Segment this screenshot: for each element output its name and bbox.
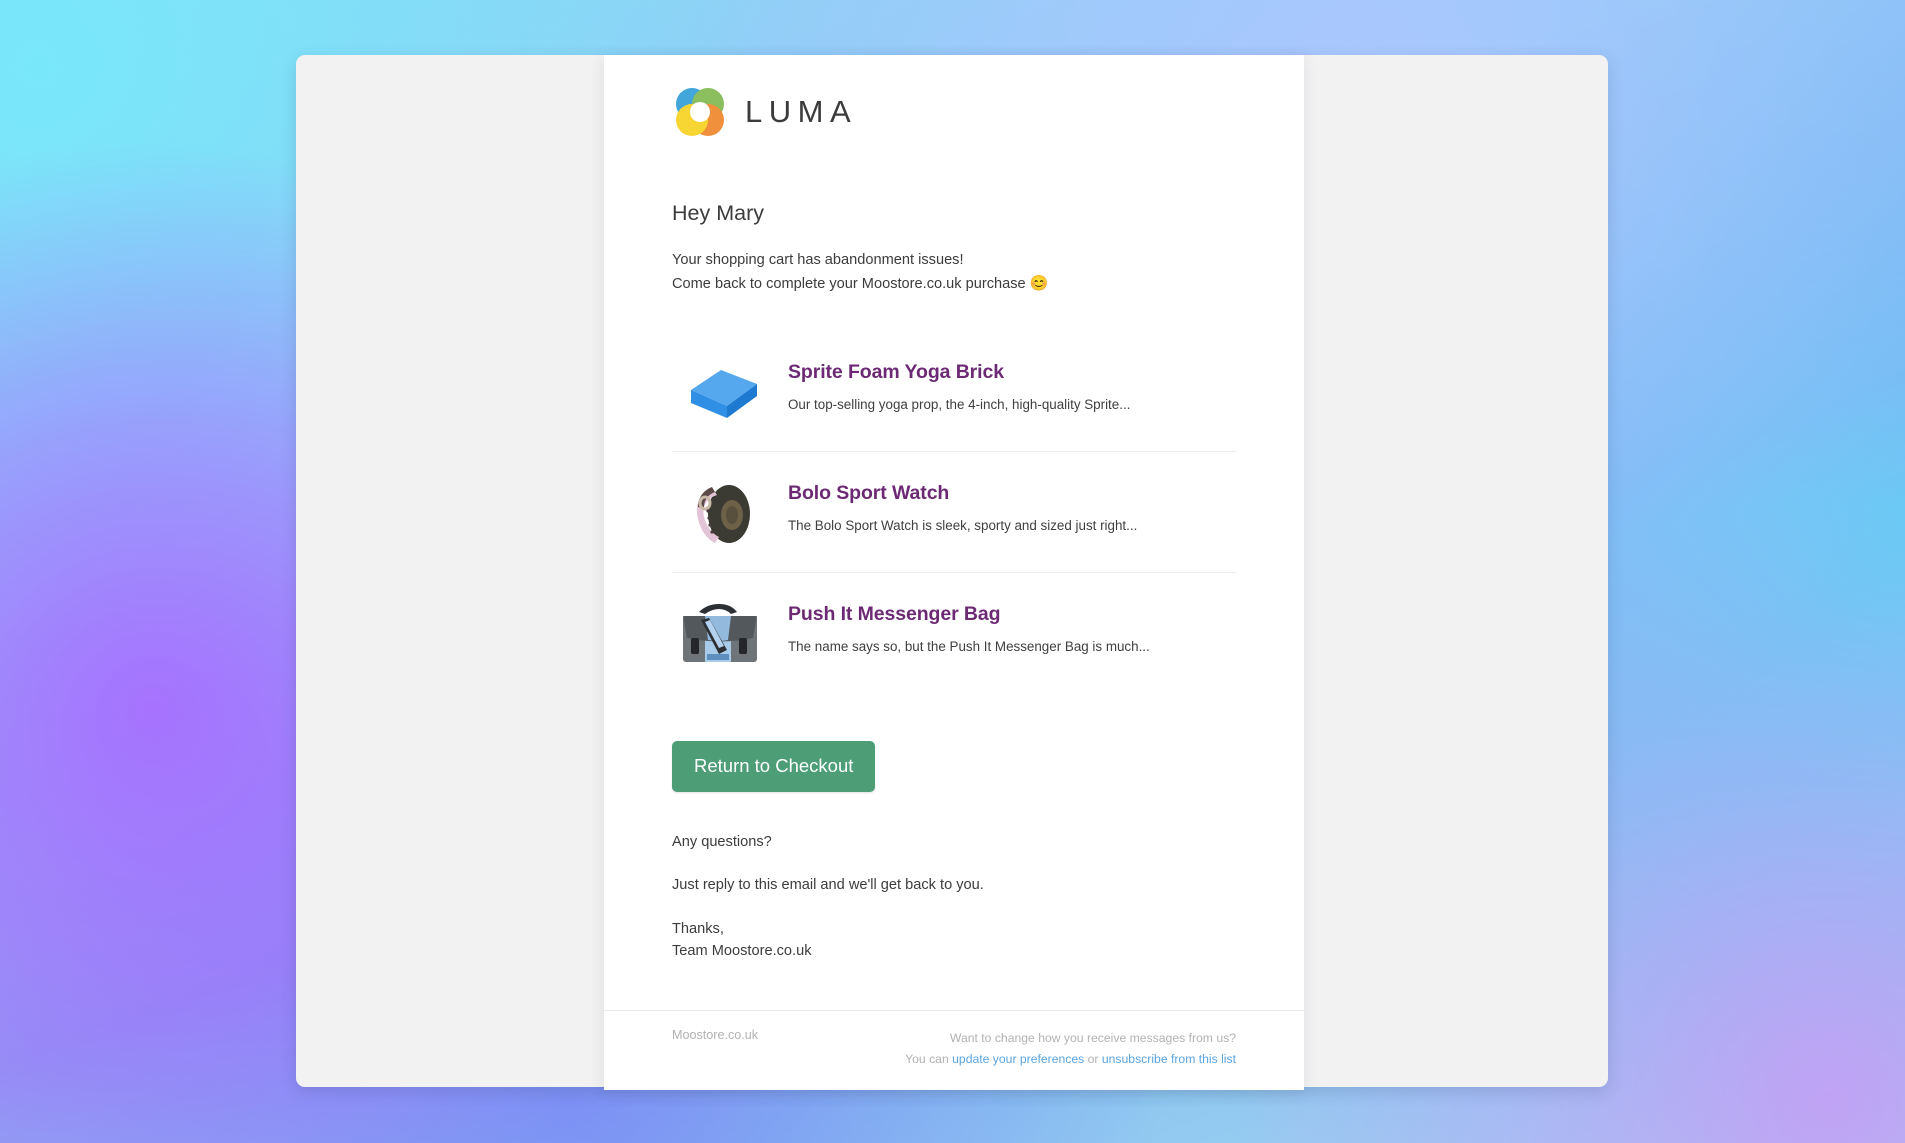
luma-logo-icon [672,84,728,140]
email-footer: Moostore.co.uk Want to change how you re… [604,1010,1304,1090]
return-to-checkout-button[interactable]: Return to Checkout [672,740,876,792]
footer-brand: Moostore.co.uk [672,1028,759,1042]
product-title[interactable]: Bolo Sport Watch [788,482,1137,505]
footer-links-line: You can update your preferences or unsub… [905,1049,1236,1070]
signature-team: Team Moostore.co.uk [672,943,812,960]
footer-question: Want to change how you receive messages … [949,1031,1236,1045]
product-title[interactable]: Push It Messenger Bag [788,603,1150,626]
product-description: Our top-selling yoga prop, the 4-inch, h… [788,396,1131,412]
signature-thanks: Thanks, [672,921,724,938]
product-description: The name says so, but the Push It Messen… [788,638,1150,654]
yoga-brick-image [672,357,768,429]
product-row[interactable]: Bolo Sport Watch The Bolo Sport Watch is… [672,450,1236,572]
closing-question: Any questions? [672,833,772,850]
footer-conjunction: or [1084,1052,1102,1067]
product-list: Sprite Foam Yoga Brick Our top-selling y… [672,343,1236,693]
greeting-heading: Hey Mary [672,201,764,225]
intro-line-1: Your shopping cart has abandonment issue… [672,252,964,268]
email-body: LUMA Hey Mary Your shopping cart has aba… [604,55,1304,1090]
closing-reply: Just reply to this email and we'll get b… [672,877,984,894]
closing-signature: Thanks, Team Moostore.co.uk [672,919,1236,963]
closing-text: Any questions? Just reply to this email … [672,832,1236,964]
cta-container: Return to Checkout [672,740,1236,792]
unsubscribe-link[interactable]: unsubscribe from this list [1102,1052,1236,1066]
update-preferences-link[interactable]: update your preferences [952,1052,1084,1066]
sport-watch-image [672,478,768,550]
product-title[interactable]: Sprite Foam Yoga Brick [788,361,1130,384]
product-description: The Bolo Sport Watch is sleek, sporty an… [788,517,1138,533]
brand-header: LUMA [672,55,1236,140]
intro-line-2: Come back to complete your Moostore.co.u… [672,275,1026,292]
messenger-bag-image [672,599,768,671]
footer-preferences: Want to change how you receive messages … [905,1028,1236,1071]
brand-wordmark: LUMA [745,94,858,129]
intro-text: Your shopping cart has abandonment issue… [672,249,1236,296]
product-row[interactable]: Sprite Foam Yoga Brick Our top-selling y… [672,343,1236,451]
footer-prefix: You can [905,1052,953,1067]
product-row[interactable]: Push It Messenger Bag The name says so, … [672,571,1236,693]
smiley-icon: 😊 [1029,274,1049,292]
